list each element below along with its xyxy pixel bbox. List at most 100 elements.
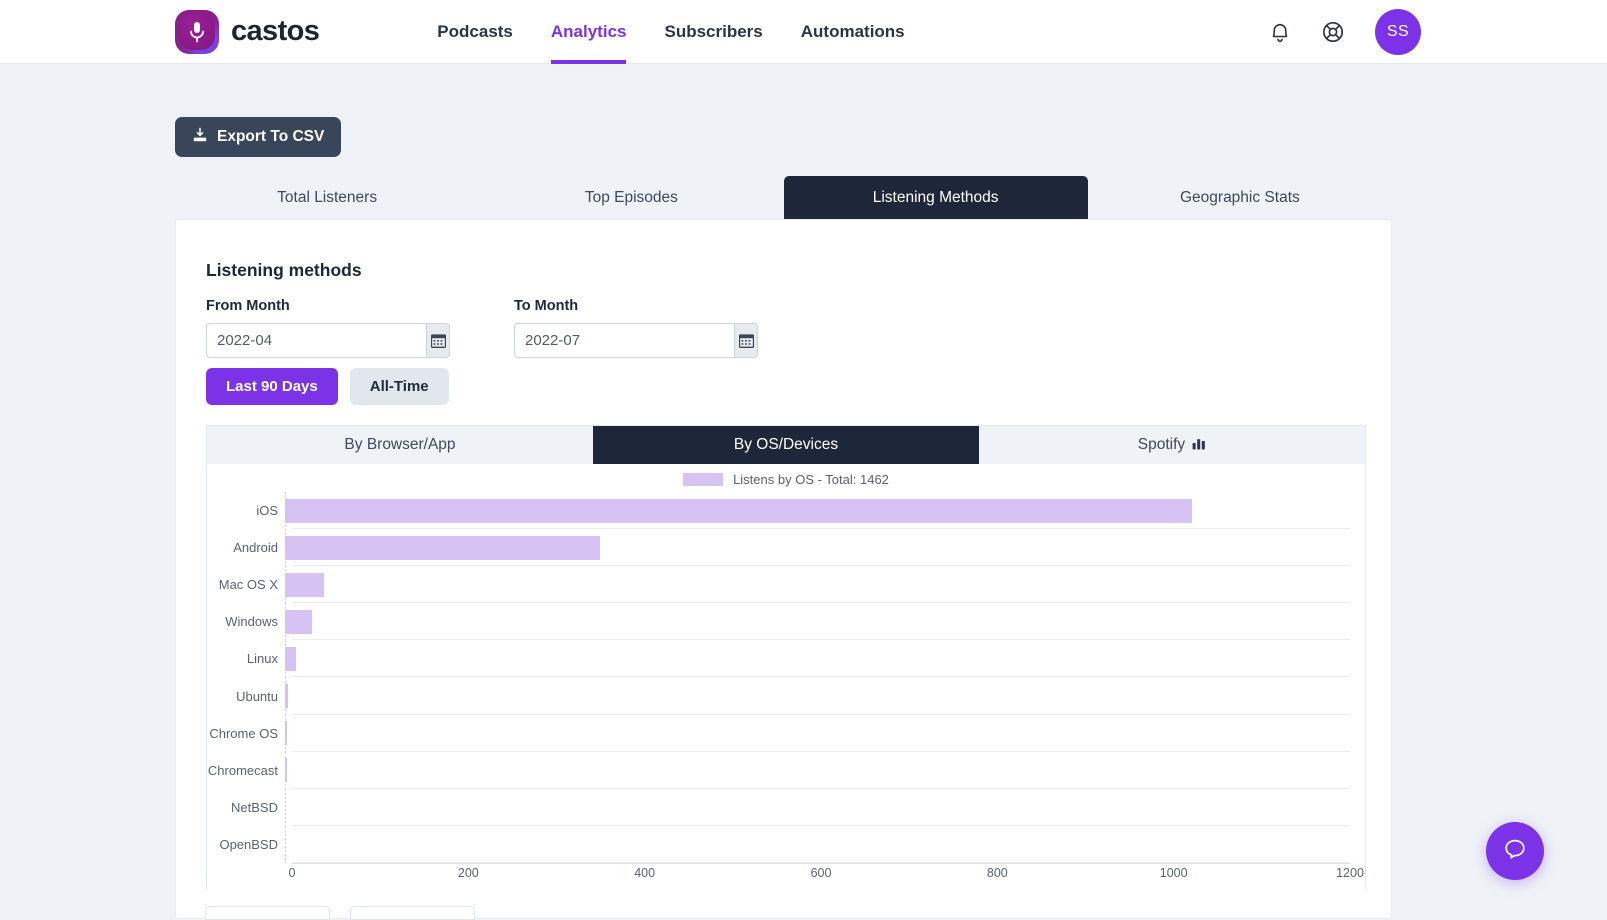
chart-x-tick: 1200	[1336, 866, 1364, 880]
top-navigation-bar: castos Podcasts Analytics Subscribers Au…	[0, 0, 1607, 64]
calendar-icon[interactable]	[734, 324, 757, 357]
castos-logo-mark	[175, 9, 219, 54]
chart-category-label: Linux	[246, 651, 278, 667]
legend-swatch	[683, 473, 724, 486]
help-chat-button[interactable]	[1486, 822, 1544, 880]
subtab-by-os-devices[interactable]: By OS/Devices	[593, 426, 979, 464]
chart-category-label: iOS	[256, 503, 278, 519]
legend-label: Listens by OS - Total: 1462	[733, 472, 889, 487]
chart-track	[285, 640, 1350, 678]
chart-row: Chromecast	[207, 751, 1350, 789]
chart-row: Ubuntu	[207, 677, 1350, 715]
chart-category-label: Ubuntu	[236, 688, 278, 704]
chart-category-label: NetBSD	[231, 799, 278, 815]
chart-x-tick: 800	[986, 866, 1008, 880]
chart-plot: iOS Android Mac OS X Windows Linux Ubuntu Chro…	[207, 492, 1365, 890]
main-nav: Podcasts Analytics Subscribers Automatio…	[437, 0, 905, 64]
nav-item-podcasts[interactable]: Podcasts	[437, 0, 513, 64]
bell-icon[interactable]	[1269, 20, 1291, 44]
chart-bar[interactable]	[285, 609, 312, 634]
subtab-by-browser-app[interactable]: By Browser/App	[207, 426, 593, 464]
tab-top-episodes[interactable]: Top Episodes	[479, 176, 783, 219]
from-month-group: From Month	[206, 298, 450, 358]
nav-item-subscribers[interactable]: Subscribers	[664, 0, 762, 64]
chart-track	[285, 566, 1350, 604]
chart-bar[interactable]	[285, 758, 287, 783]
chart-category-label: Android	[233, 540, 278, 556]
chart-category-label: Mac OS X	[218, 577, 278, 593]
nav-item-analytics[interactable]: Analytics	[550, 0, 626, 64]
from-month-input[interactable]	[207, 324, 426, 357]
calendar-icon[interactable]	[426, 324, 449, 357]
tab-geographic-stats[interactable]: Geographic Stats	[1088, 176, 1392, 219]
export-download-icon	[192, 127, 208, 148]
chart-bar[interactable]	[285, 572, 325, 597]
chart-row: Mac OS X	[207, 566, 1350, 604]
listening-methods-card: Listening methods From Month 2022-04 To …	[175, 219, 1392, 919]
from-month-label: From Month	[206, 298, 290, 314]
bottom-control-left[interactable]	[205, 906, 330, 920]
chart-x-tick: 1000	[1159, 866, 1188, 880]
chart-bar[interactable]	[285, 684, 288, 709]
brand-name: castos	[231, 15, 320, 47]
from-month-input-wrapper[interactable]	[206, 323, 450, 358]
tab-total-listeners[interactable]: Total Listeners	[175, 176, 479, 219]
chart-track	[285, 677, 1350, 715]
last-90-days-button[interactable]: Last 90 Days	[206, 368, 338, 405]
chart-rows: iOS Android Mac OS X Windows Linux Ubuntu Chro…	[207, 492, 1350, 864]
chart-container: By Browser/App By OS/Devices Spotify Lis…	[206, 425, 1366, 890]
chart-x-tick: 200	[457, 866, 479, 880]
chart-legend: Listens by OS - Total: 1462	[207, 464, 1365, 487]
chart-category-label: OpenBSD	[219, 836, 278, 852]
chart-x-axis-ticks: 0 200 400 600 800 1000 1200	[288, 866, 1364, 886]
chart-row: Linux	[207, 640, 1350, 678]
chart-category-label: Windows	[225, 614, 278, 630]
nav-item-automations[interactable]: Automations	[801, 0, 905, 64]
chart-track	[285, 751, 1350, 789]
subtab-spotify-label: Spotify	[1137, 436, 1186, 453]
chart-track	[285, 492, 1350, 530]
chart-track	[285, 529, 1350, 567]
chart-row: OpenBSD	[207, 825, 1350, 864]
chart-track	[285, 603, 1350, 641]
chart-subtabs: By Browser/App By OS/Devices Spotify	[207, 426, 1365, 464]
chart-x-tick: 600	[810, 866, 832, 880]
subtab-spotify[interactable]: Spotify	[979, 426, 1365, 464]
date-range-buttons: Last 90 Days All-Time	[206, 368, 449, 405]
to-month-input-wrapper[interactable]	[514, 323, 758, 358]
chart-row: iOS	[207, 492, 1350, 530]
to-month-group: To Month	[514, 298, 758, 358]
chart-x-tick: 0	[288, 866, 296, 880]
all-time-button[interactable]: All-Time	[349, 368, 449, 405]
chart-category-label: Chromecast	[207, 762, 278, 778]
chart-bar[interactable]	[285, 646, 296, 671]
brand-logo[interactable]: castos	[175, 9, 320, 54]
bottom-control-right[interactable]	[350, 906, 475, 920]
os-bar-chart: Listens by OS - Total: 1462 iOS Android Ma…	[207, 464, 1365, 890]
lifebuoy-icon[interactable]	[1321, 20, 1345, 44]
chart-track	[285, 788, 1350, 826]
chart-bar[interactable]	[285, 721, 287, 746]
page-title: Listening methods	[206, 260, 362, 280]
chat-bubble-icon	[1502, 836, 1528, 867]
chart-track	[285, 825, 1350, 864]
microphone-icon	[175, 10, 219, 54]
chart-row: Chrome OS	[207, 714, 1350, 752]
top-right-actions: SS	[1269, 0, 1421, 64]
chart-track	[285, 714, 1350, 752]
chart-row: Android	[207, 529, 1350, 567]
export-to-csv-button[interactable]: Export To CSV	[175, 117, 342, 157]
bottom-partial-controls	[205, 906, 475, 920]
avatar[interactable]: SS	[1375, 9, 1421, 55]
chart-bar[interactable]	[285, 535, 601, 560]
chart-x-tick: 400	[634, 866, 656, 880]
chart-row: Windows	[207, 603, 1350, 641]
to-month-label: To Month	[514, 298, 579, 314]
chart-row: NetBSD	[207, 788, 1350, 826]
tab-listening-methods[interactable]: Listening Methods	[783, 176, 1088, 219]
analytics-tabs: Total Listeners Top Episodes Listening M…	[175, 176, 1392, 219]
export-to-csv-label: Export To CSV	[217, 128, 325, 145]
page-body: Export To CSV Total Listeners Top Episod…	[0, 64, 1607, 920]
chart-bar[interactable]	[285, 498, 1193, 523]
to-month-input[interactable]	[515, 324, 734, 357]
